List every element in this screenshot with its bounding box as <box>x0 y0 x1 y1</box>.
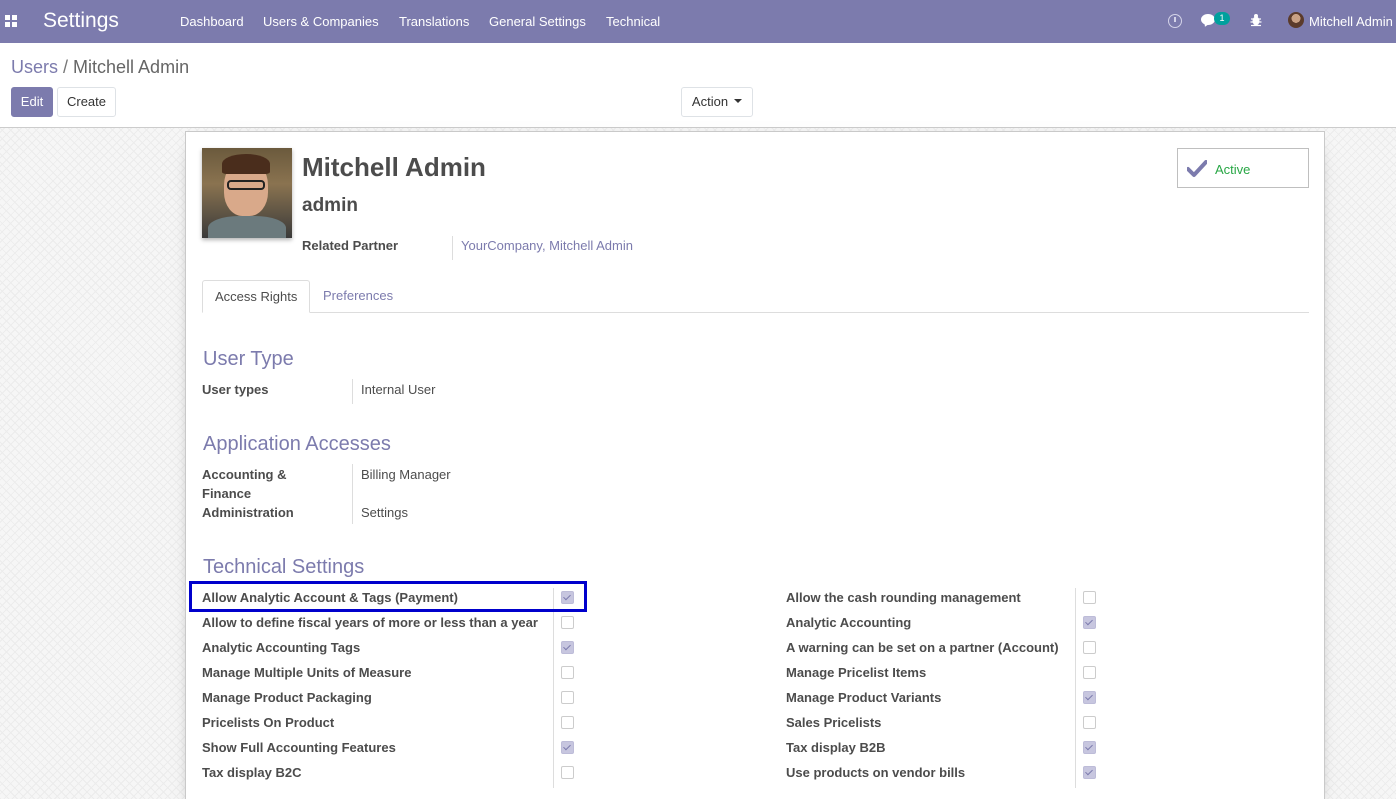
technical-setting-checkbox[interactable] <box>1083 666 1096 679</box>
technical-setting-checkbox[interactable] <box>561 691 574 704</box>
section-title-user-type: User Type <box>203 348 294 370</box>
accounting-finance-label-line2: Finance <box>202 486 252 501</box>
technical-setting-label: Manage Product Packaging <box>202 690 372 705</box>
menu-general-settings[interactable]: General Settings <box>489 14 586 29</box>
technical-setting-label: Sales Pricelists <box>786 715 882 730</box>
technical-setting-label: Pricelists On Product <box>202 715 335 730</box>
administration-value[interactable]: Settings <box>361 505 408 520</box>
technical-setting-label: Manage Multiple Units of Measure <box>202 665 412 680</box>
form-tabs: Access Rights Preferences <box>202 280 1309 313</box>
breadcrumb-users-link[interactable]: Users <box>11 57 58 77</box>
technical-setting-label: Manage Pricelist Items <box>786 665 927 680</box>
user-menu-name[interactable]: Mitchell Admin <box>1309 14 1393 29</box>
caret-down-icon <box>734 99 743 104</box>
technical-setting-label: Tax display B2C <box>202 765 302 780</box>
technical-setting-checkbox[interactable] <box>1083 591 1096 604</box>
technical-setting-checkbox[interactable] <box>561 666 574 679</box>
technical-setting-label: Analytic Accounting <box>786 615 912 630</box>
technical-setting-label: Manage Product Variants <box>786 690 942 705</box>
breadcrumb-separator: / <box>63 57 69 77</box>
action-dropdown-button[interactable]: Action <box>681 87 753 117</box>
clock-icon[interactable] <box>1168 14 1182 28</box>
active-toggle-button[interactable]: Active <box>1177 148 1309 188</box>
technical-setting-checkbox[interactable] <box>561 616 574 629</box>
field-divider <box>452 236 453 260</box>
edit-button[interactable]: Edit <box>11 87 53 117</box>
technical-setting-label: Allow the cash rounding management <box>786 590 1021 605</box>
menu-technical[interactable]: Technical <box>606 14 660 29</box>
tab-access-rights[interactable]: Access Rights <box>202 280 311 313</box>
technical-setting-checkbox[interactable] <box>1083 616 1096 629</box>
technical-setting-label: Tax display B2B <box>786 740 886 755</box>
active-status-label: Active <box>1215 162 1251 177</box>
top-navbar: Settings Dashboard Users & Companies Tra… <box>0 0 1396 43</box>
create-button[interactable]: Create <box>57 87 116 117</box>
accounting-finance-value[interactable]: Billing Manager <box>361 467 451 482</box>
user-photo[interactable] <box>202 148 292 238</box>
technical-setting-checkbox[interactable] <box>561 716 574 729</box>
user-login: admin <box>302 195 358 216</box>
breadcrumb: Users / Mitchell Admin <box>11 57 189 78</box>
tab-preferences[interactable]: Preferences <box>311 280 405 313</box>
app-title[interactable]: Settings <box>43 9 119 33</box>
technical-setting-checkbox[interactable] <box>1083 741 1096 754</box>
technical-setting-label: Analytic Accounting Tags <box>202 640 361 655</box>
chat-icon[interactable] <box>1201 14 1215 25</box>
apps-icon[interactable] <box>5 15 17 27</box>
related-partner-link[interactable]: YourCompany, Mitchell Admin <box>461 238 633 253</box>
technical-setting-checkbox[interactable] <box>561 591 574 604</box>
technical-setting-checkbox[interactable] <box>1083 766 1096 779</box>
technical-setting-checkbox[interactable] <box>561 741 574 754</box>
user-name-title: Mitchell Admin <box>302 152 486 182</box>
technical-setting-checkbox[interactable] <box>561 641 574 654</box>
technical-setting-checkbox[interactable] <box>1083 691 1096 704</box>
user-types-label: User types <box>202 382 269 397</box>
technical-setting-checkbox[interactable] <box>1083 641 1096 654</box>
technical-setting-label: Allow Analytic Account & Tags (Payment) <box>202 590 458 605</box>
breadcrumb-current: Mitchell Admin <box>73 57 190 77</box>
technical-setting-checkbox[interactable] <box>1083 716 1096 729</box>
field-divider <box>1075 588 1076 788</box>
technical-setting-checkbox[interactable] <box>561 766 574 779</box>
technical-setting-label: Show Full Accounting Features <box>202 740 396 755</box>
field-divider <box>553 588 554 788</box>
section-title-technical-settings: Technical Settings <box>203 556 365 578</box>
administration-label: Administration <box>202 505 294 520</box>
check-icon <box>1187 160 1207 177</box>
technical-setting-label: A warning can be set on a partner (Accou… <box>786 640 1059 655</box>
technical-setting-label: Allow to define fiscal years of more or … <box>202 615 538 630</box>
menu-translations[interactable]: Translations <box>399 14 469 29</box>
field-divider <box>352 464 353 524</box>
section-title-app-accesses: Application Accesses <box>203 433 391 455</box>
chat-count-badge: 1 <box>1214 12 1230 25</box>
accounting-finance-label-line1: Accounting & <box>202 467 287 482</box>
menu-dashboard[interactable]: Dashboard <box>180 14 244 29</box>
avatar[interactable] <box>1288 12 1304 28</box>
menu-users-companies[interactable]: Users & Companies <box>263 14 379 29</box>
related-partner-label: Related Partner <box>302 238 399 253</box>
technical-setting-label: Use products on vendor bills <box>786 765 966 780</box>
field-divider <box>352 379 353 404</box>
user-types-value[interactable]: Internal User <box>361 382 435 397</box>
action-label: Action <box>691 94 729 109</box>
bug-icon[interactable] <box>1250 13 1262 27</box>
